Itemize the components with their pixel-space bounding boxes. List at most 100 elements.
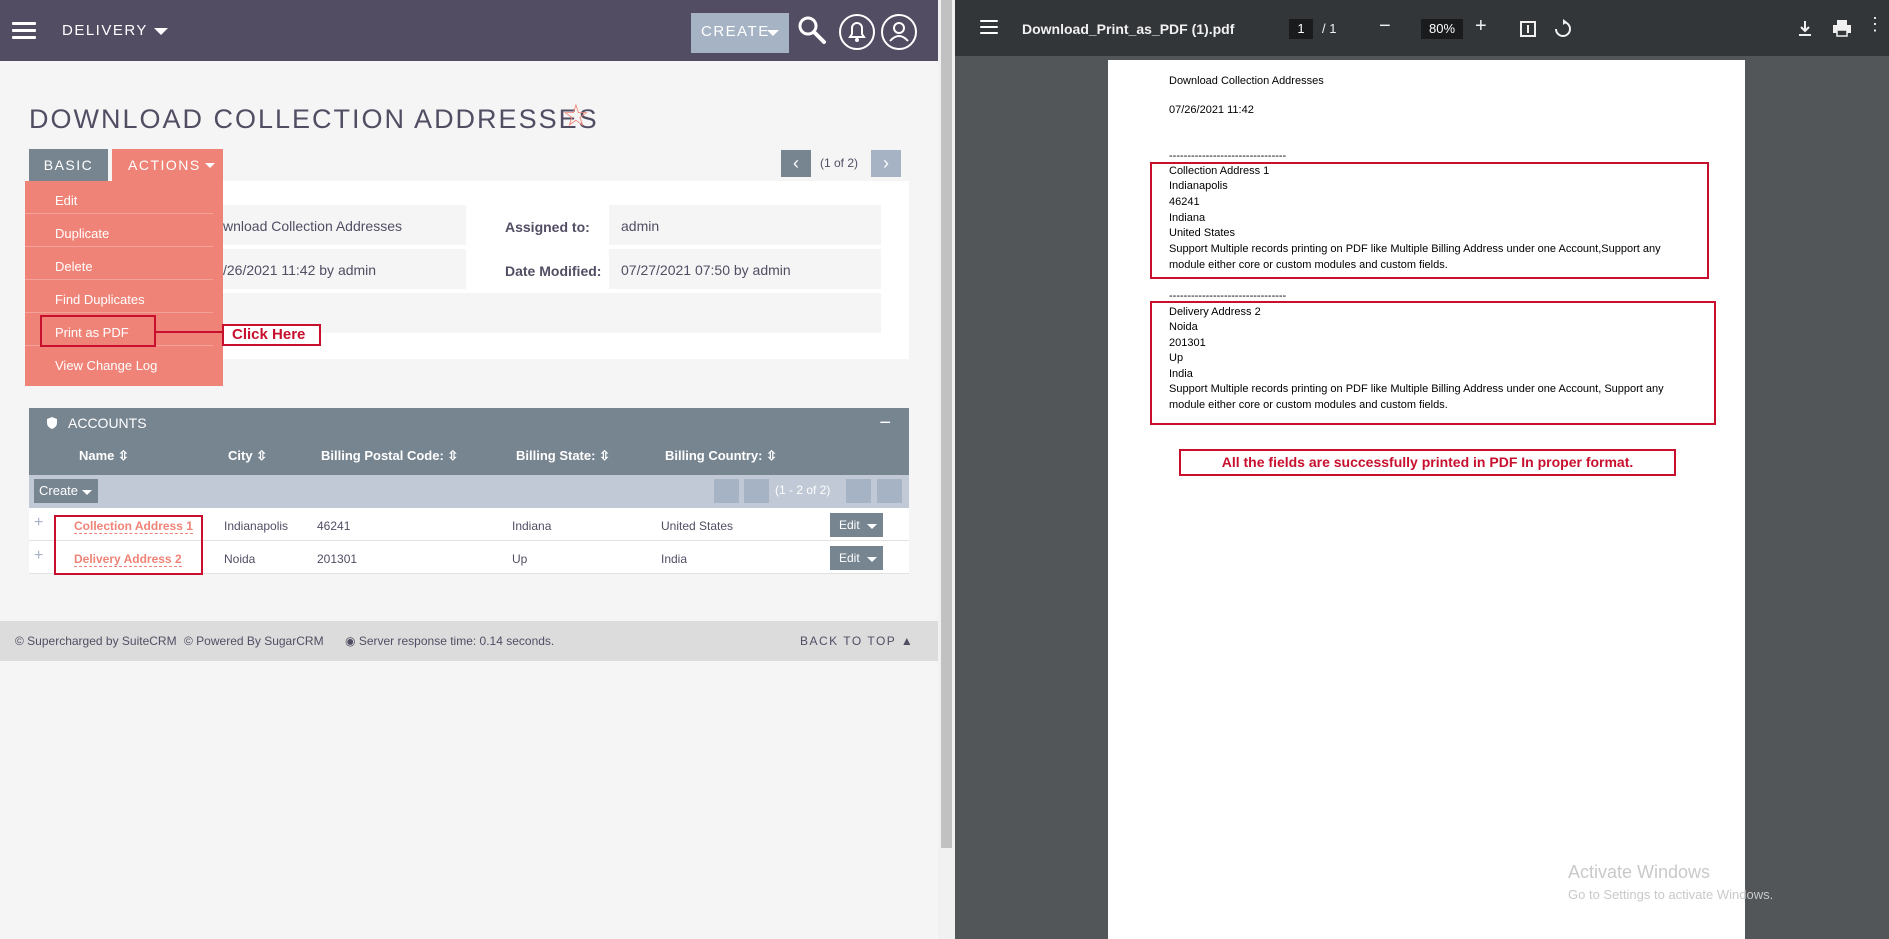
- page-number-input[interactable]: 1: [1289, 19, 1313, 39]
- pdf-record1-line: module either core or custom modules and…: [1169, 259, 1448, 271]
- sort-icon: ⇳: [256, 448, 268, 463]
- favorite-star-icon[interactable]: ☆: [562, 100, 590, 131]
- footer-sugarcrm[interactable]: © Powered By SugarCRM: [184, 634, 324, 648]
- activate-windows-title: Activate Windows: [1568, 862, 1711, 882]
- cell-state: Indiana: [512, 519, 552, 533]
- next-record-button[interactable]: ›: [871, 150, 901, 177]
- date-created-value: /26/2021 11:42 by admin: [211, 249, 466, 289]
- previous-page-button[interactable]: [744, 479, 769, 503]
- more-actions-icon[interactable]: ⋮: [1866, 14, 1884, 35]
- create-button[interactable]: CREATE: [691, 13, 789, 53]
- scrollbar-thumb[interactable]: [941, 0, 952, 848]
- sort-icon: ⇳: [118, 448, 129, 463]
- subpanel-create-button[interactable]: Create: [34, 479, 98, 503]
- pdf-record1-line: 46241: [1169, 196, 1200, 208]
- column-header-name[interactable]: Name ⇳: [79, 448, 129, 464]
- menu-item-view-change-log[interactable]: View Change Log: [25, 346, 213, 379]
- accounts-subpanel-header[interactable]: ACCOUNTS −: [29, 408, 909, 438]
- cell-country: India: [661, 552, 688, 566]
- name-field-value: wnload Collection Addresses: [211, 205, 466, 245]
- expand-plus-icon[interactable]: +: [34, 547, 43, 565]
- zoom-in-icon[interactable]: +: [1475, 15, 1487, 38]
- actions-dropdown-menu: Edit Duplicate Delete Find Duplicates Pr…: [25, 181, 223, 386]
- chevron-down-icon: [153, 27, 168, 35]
- column-header-state[interactable]: Billing State: ⇳: [516, 448, 610, 464]
- pdf-doc-title: Download Collection Addresses: [1169, 75, 1324, 87]
- footer-response-time: ◉ Server response time: 0.14 seconds.: [345, 634, 554, 648]
- chevron-down-icon: [82, 490, 92, 495]
- globe-icon: ◉: [345, 634, 356, 648]
- pdf-record1-line: Indiana: [1169, 212, 1206, 224]
- column-header-postal-code[interactable]: Billing Postal Code: ⇳: [321, 448, 458, 464]
- crm-window: DELIVERY CREATE DOWNLOAD COLLECTION ADDR…: [0, 0, 938, 939]
- cell-postal: 201301: [317, 552, 358, 566]
- subpanel-column-headers: Name ⇳ City ⇳ Billing Postal Code: ⇳ Bil…: [29, 438, 909, 475]
- pdf-record2-line: Delivery Address 2: [1169, 306, 1261, 318]
- pdf-record1-line: Indianapolis: [1169, 180, 1228, 192]
- cell-city: Indianapolis: [224, 519, 289, 533]
- edit-label: Edit: [839, 551, 860, 565]
- subpanel-title: ACCOUNTS: [68, 415, 147, 431]
- create-label: Create: [39, 483, 79, 498]
- cell-country: United States: [661, 519, 734, 533]
- date-modified-value: 07/27/2021 07:50 by admin: [609, 249, 881, 289]
- page-total: / 1: [1322, 21, 1337, 36]
- back-to-top-link[interactable]: BACK TO TOP ▲: [800, 634, 914, 648]
- pdf-record1-line: United States: [1169, 227, 1236, 239]
- menu-hamburger-icon[interactable]: [12, 22, 36, 40]
- response-text: Server response time: 0.14 seconds.: [358, 634, 555, 648]
- column-header-label: Name: [79, 448, 115, 463]
- pdf-menu-icon[interactable]: [980, 20, 998, 34]
- sort-icon: ⇳: [599, 448, 610, 463]
- notifications-bell-icon[interactable]: [838, 13, 876, 51]
- zoom-out-icon[interactable]: −: [1379, 15, 1391, 38]
- record-pager-text: (1 of 2): [820, 156, 859, 170]
- rotate-icon[interactable]: [1553, 19, 1573, 39]
- crm-scrollbar[interactable]: [938, 0, 955, 939]
- column-header-label: Billing State:: [516, 448, 596, 463]
- rows-highlight-box: [54, 515, 203, 575]
- column-header-country[interactable]: Billing Country: ⇳: [665, 448, 777, 464]
- column-header-label: Billing Postal Code:: [321, 448, 444, 463]
- cell-state: Up: [512, 552, 528, 566]
- menu-item-duplicate[interactable]: Duplicate: [25, 214, 213, 247]
- tab-actions[interactable]: ACTIONS: [112, 149, 223, 181]
- chevron-down-icon: [767, 30, 779, 36]
- pdf-success-annotation: All the fields are successfully printed …: [1179, 449, 1676, 476]
- last-page-button[interactable]: [877, 479, 902, 503]
- zoom-level-input[interactable]: 80%: [1421, 19, 1463, 39]
- crm-top-navbar: DELIVERY CREATE: [0, 0, 938, 61]
- print-pdf-highlight-box: [40, 315, 156, 347]
- pdf-record2-line: Noida: [1169, 321, 1198, 333]
- first-page-button[interactable]: [714, 479, 739, 503]
- row-edit-button[interactable]: Edit: [830, 546, 883, 570]
- pdf-record2-line: 201301: [1169, 337, 1206, 349]
- tab-basic[interactable]: BASIC: [29, 149, 108, 181]
- collapse-icon[interactable]: −: [879, 412, 891, 435]
- pdf-record2-line: Support Multiple records printing on PDF…: [1169, 383, 1664, 395]
- menu-item-delete[interactable]: Delete: [25, 247, 213, 280]
- download-icon[interactable]: [1796, 19, 1814, 37]
- assigned-to-label: Assigned to:: [505, 219, 590, 235]
- pdf-separator: --------------------------------: [1169, 150, 1287, 162]
- annotation-connector-line: [156, 331, 222, 333]
- column-header-city[interactable]: City ⇳: [228, 448, 267, 464]
- user-profile-icon[interactable]: [880, 13, 918, 51]
- row-edit-button[interactable]: Edit: [830, 513, 883, 537]
- click-here-annotation: Click Here: [222, 324, 321, 346]
- expand-plus-icon[interactable]: +: [34, 514, 43, 532]
- fit-page-icon[interactable]: [1519, 20, 1537, 38]
- module-menu-delivery[interactable]: DELIVERY: [62, 22, 168, 39]
- menu-item-find-duplicates[interactable]: Find Duplicates: [25, 280, 213, 313]
- next-page-button[interactable]: [846, 479, 871, 503]
- crm-footer: © Supercharged by SuiteCRM © Powered By …: [0, 621, 938, 661]
- menu-item-edit[interactable]: Edit: [25, 181, 213, 214]
- pdf-record2-line: module either core or custom modules and…: [1169, 399, 1448, 411]
- previous-record-button[interactable]: ‹: [781, 150, 811, 177]
- sort-icon: ⇳: [447, 448, 459, 463]
- footer-suitecrm[interactable]: © Supercharged by SuiteCRM: [15, 634, 177, 648]
- pdf-toolbar: Download_Print_as_PDF (1).pdf 1 / 1 − 80…: [955, 0, 1889, 56]
- pdf-record2-line: India: [1169, 368, 1193, 380]
- print-icon[interactable]: [1832, 19, 1852, 37]
- search-icon[interactable]: [797, 15, 827, 45]
